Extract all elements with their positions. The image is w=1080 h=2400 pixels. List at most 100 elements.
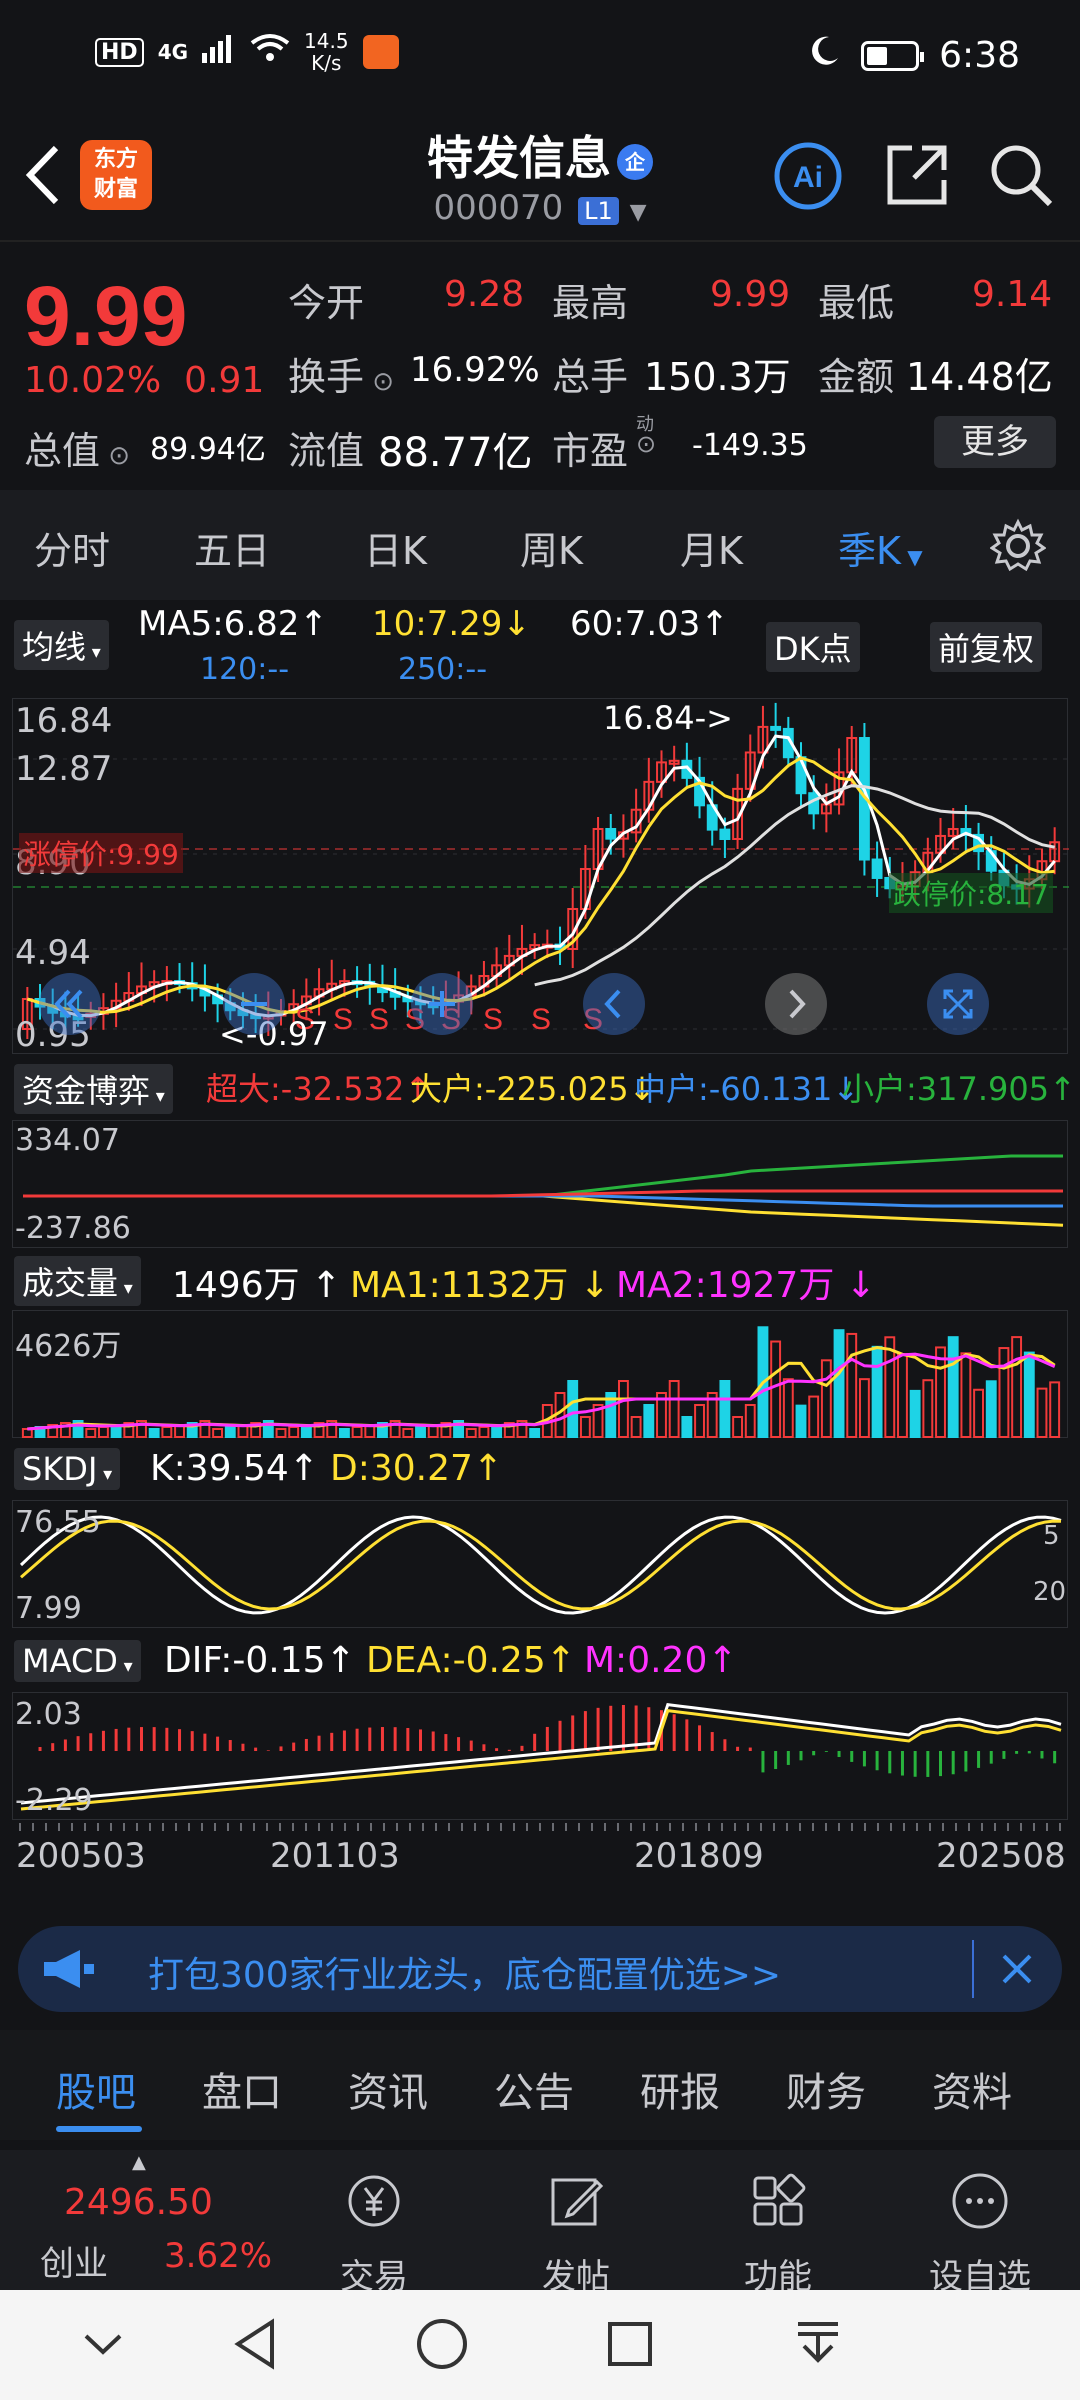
- tab-news[interactable]: 资讯: [348, 2060, 428, 2118]
- x-label: 201103: [270, 1836, 400, 1876]
- promo-banner[interactable]: 打包300家行业龙头，底仓配置优选>>: [18, 1926, 1062, 2012]
- nav-home-button[interactable]: [414, 2316, 470, 2376]
- trade-button[interactable]: 交易: [304, 2170, 444, 2298]
- scroll-left-fast-button[interactable]: [39, 973, 101, 1035]
- volume-svg: [21, 1326, 1061, 1439]
- share-button[interactable]: [882, 140, 952, 210]
- float-label: 流值: [288, 429, 365, 473]
- skdj-y-top: 76.55: [15, 1505, 101, 1540]
- add-watchlist-button[interactable]: 设自选: [910, 2170, 1050, 2298]
- tab-announcements[interactable]: 公告: [494, 2060, 574, 2118]
- skdj-right-bottom: 20: [1033, 1577, 1067, 1607]
- tab-guba[interactable]: 股吧: [56, 2060, 136, 2118]
- active-tab-indicator: [56, 2126, 142, 2132]
- enterprise-badge: 企: [617, 143, 653, 180]
- chevron-left-icon: [604, 989, 621, 1019]
- volume-bar: [770, 1340, 782, 1438]
- zoom-in-button[interactable]: [411, 973, 473, 1035]
- plus-icon: [429, 991, 455, 1017]
- volume-selector[interactable]: 成交量 ▾: [14, 1256, 141, 1306]
- tab-monthly-k[interactable]: 月K: [680, 520, 743, 575]
- candle-body: [770, 725, 782, 731]
- functions-button[interactable]: 功能: [708, 2170, 848, 2298]
- post-button[interactable]: 发帖: [506, 2170, 646, 2298]
- skdj-chart: 76.55 7.99 5 20: [12, 1500, 1068, 1628]
- capital-selector[interactable]: 资金博弈 ▾: [14, 1064, 173, 1114]
- candle-body: [871, 858, 883, 879]
- nav-recents-button[interactable]: [604, 2318, 656, 2374]
- x-label: 202508: [936, 1836, 1066, 1876]
- app-notification-icon: [362, 35, 399, 69]
- tab-finance[interactable]: 财务: [786, 2060, 866, 2118]
- stock-header: 东方 财富 特发信息企 000070 L1 ▼ Ai: [0, 110, 1080, 240]
- level-badge: L1: [578, 197, 619, 225]
- pull-down-icon: [798, 2322, 838, 2363]
- volume-bar: [224, 1426, 236, 1438]
- skdj-selector[interactable]: SKDJ ▾: [14, 1448, 121, 1490]
- megaphone-icon: [40, 1946, 96, 1996]
- ai-button[interactable]: Ai: [772, 140, 842, 210]
- scroll-right-button[interactable]: [765, 973, 827, 1035]
- tab-profile[interactable]: 资料: [932, 2060, 1012, 2118]
- tab-daily-k[interactable]: 日K: [364, 520, 427, 575]
- pe-label: 市盈: [552, 429, 629, 473]
- volume-bar: [1011, 1336, 1023, 1438]
- x-axis: 200503 201103 201809 202508: [12, 1822, 1068, 1912]
- ma-selector[interactable]: 均线 ▾: [14, 620, 109, 670]
- volume-bar: [744, 1404, 756, 1438]
- macd-dea-line: [20, 1708, 1062, 1811]
- volume-bar: [998, 1347, 1010, 1438]
- chevron-down-icon: [84, 2334, 122, 2355]
- volume-bar: [567, 1380, 579, 1438]
- ma5-value: MA5:6.82↑: [138, 604, 328, 644]
- pe-value: -149.35: [692, 428, 808, 463]
- last-price: 9.99: [24, 269, 188, 363]
- kline-y-label: 12.87: [15, 749, 113, 789]
- tab-intraday[interactable]: 分时: [34, 520, 110, 575]
- macd-selector[interactable]: MACD ▾: [14, 1640, 141, 1682]
- banner-close-button[interactable]: [992, 1944, 1042, 1998]
- tab-pankou[interactable]: 盘口: [202, 2060, 282, 2118]
- ma-button[interactable]: 均线 ▾: [14, 620, 109, 670]
- mcap-label: 总值 ⊙: [24, 429, 131, 473]
- chart-settings-button[interactable]: [989, 518, 1047, 578]
- tab-weekly-k[interactable]: 周K: [520, 520, 583, 575]
- quote-panel: 9.99 10.02% 0.91 总值 ⊙ 89.94亿 今开 9.28 最高 …: [0, 240, 1080, 490]
- volume-bar: [732, 1416, 744, 1438]
- tab-five-day[interactable]: 五日: [194, 520, 270, 575]
- high-value: 9.99: [710, 274, 791, 315]
- zoom-out-button[interactable]: [223, 973, 285, 1035]
- macd-dif: DIF:-0.15↑: [164, 1640, 356, 1681]
- more-button[interactable]: 更多: [934, 416, 1056, 468]
- volume-current: 1496万 ↑: [172, 1265, 342, 1306]
- tab-research[interactable]: 研报: [640, 2060, 720, 2118]
- tab-quarterly-k[interactable]: 季K ▼: [838, 520, 923, 575]
- double-chevron-left-icon: [54, 989, 83, 1019]
- nav-back-button[interactable]: [228, 2316, 284, 2376]
- capital-button[interactable]: 资金博弈 ▾: [14, 1064, 173, 1114]
- search-button[interactable]: [986, 140, 1056, 210]
- open-value: 9.28: [444, 274, 525, 315]
- scroll-left-button[interactable]: [583, 973, 645, 1035]
- index-ticker[interactable]: ▲ 2496.50 创业 3.62%: [0, 2150, 272, 2290]
- kline-y-label: 4.94: [15, 933, 91, 973]
- fullscreen-button[interactable]: [927, 973, 989, 1035]
- x-axis-ticks: [19, 1823, 1061, 1831]
- moon-icon: [807, 34, 841, 77]
- adjust-button[interactable]: 前复权: [930, 622, 1043, 672]
- open-label: 今开: [288, 281, 365, 325]
- kline-chart[interactable]: SSSSSSSS 16.84 12.87 8.90 4.94 0.95 16.8…: [12, 698, 1069, 1055]
- volume-bar: [694, 1404, 705, 1438]
- dk-point-button[interactable]: DK点: [766, 622, 860, 672]
- volume-button[interactable]: 成交量 ▾: [14, 1256, 141, 1306]
- volume-bar: [681, 1416, 693, 1438]
- more-dots-icon: [952, 2173, 1008, 2229]
- content-tabs: 股吧 盘口 资讯 公告 研报 财务 资料: [0, 2030, 1080, 2140]
- nav-notification-button[interactable]: [790, 2316, 846, 2376]
- bottom-toolbar: ▲ 2496.50 创业 3.62% 交易 发帖 功能 设自选: [0, 2150, 1080, 2297]
- ma60-value: 60:7.03↑: [570, 604, 729, 644]
- nav-collapse-button[interactable]: [78, 2320, 128, 2374]
- macd-button[interactable]: MACD ▾: [14, 1640, 141, 1682]
- skdj-button[interactable]: SKDJ ▾: [14, 1448, 121, 1490]
- macd-chart: 2.03 -2.29: [12, 1692, 1068, 1820]
